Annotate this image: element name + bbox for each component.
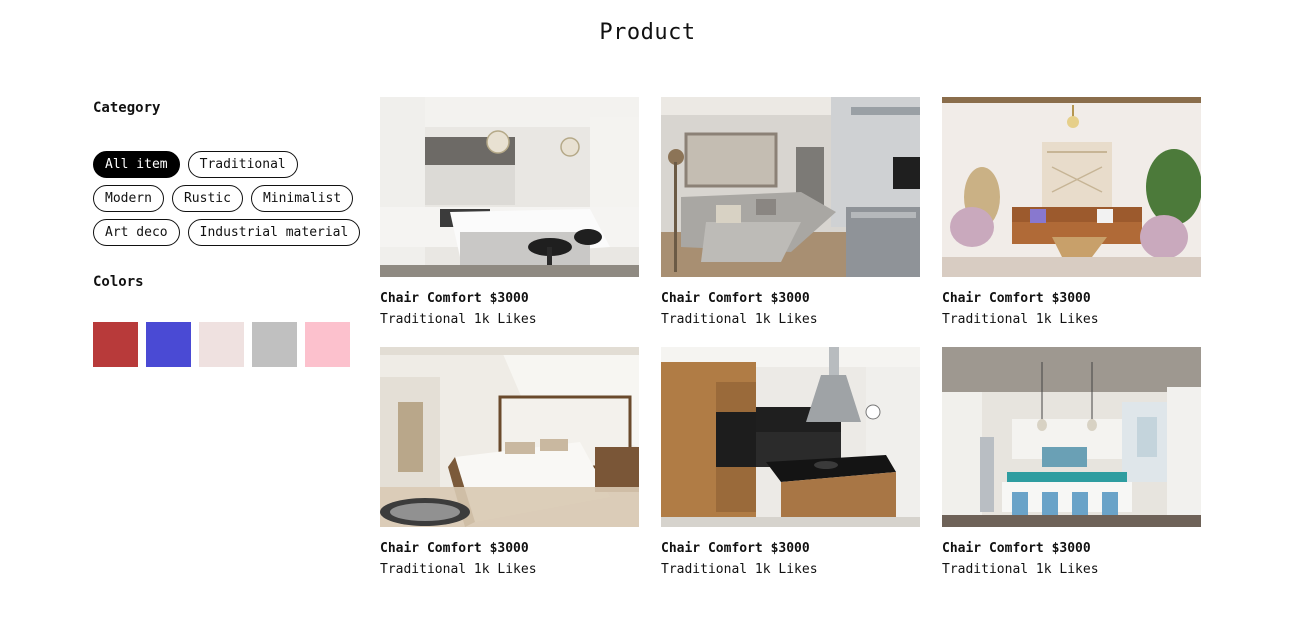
product-title: Chair Comfort $3000: [380, 291, 529, 306]
product-card[interactable]: Chair Comfort $3000 Traditional 1k Likes: [942, 97, 1201, 327]
boho-living-room-photo: [942, 97, 1201, 277]
product-meta: Traditional 1k Likes: [942, 312, 1099, 327]
product-meta: Traditional 1k Likes: [942, 562, 1099, 577]
category-heading: Category: [93, 100, 161, 116]
product-card[interactable]: Chair Comfort $3000 Traditional 1k Likes: [942, 347, 1201, 577]
product-title: Chair Comfort $3000: [942, 541, 1091, 556]
grey-sofa-living-room-photo: [661, 97, 920, 277]
product-meta: Traditional 1k Likes: [380, 562, 537, 577]
color-swatch-red[interactable]: [93, 322, 138, 367]
category-chip-rustic[interactable]: Rustic: [171, 185, 243, 212]
color-swatch-blue[interactable]: [146, 322, 191, 367]
product-title: Chair Comfort $3000: [942, 291, 1091, 306]
category-chip-all-item[interactable]: All item: [93, 151, 180, 178]
product-card[interactable]: Chair Comfort $3000 Traditional 1k Likes: [661, 347, 920, 577]
white-kitchen-photo: [380, 97, 639, 277]
page-title: Product: [599, 20, 696, 45]
category-chip-traditional[interactable]: Traditional: [187, 151, 298, 178]
product-card[interactable]: Chair Comfort $3000 Traditional 1k Likes: [661, 97, 920, 327]
wood-kitchen-island-photo: [661, 347, 920, 527]
filter-sidebar: Category All item Traditional Modern Rus…: [93, 100, 373, 367]
product-title: Chair Comfort $3000: [661, 291, 810, 306]
colors-heading: Colors: [93, 274, 144, 290]
product-grid: Chair Comfort $3000 Traditional 1k Likes: [380, 97, 1201, 577]
color-swatch-list: [93, 322, 373, 367]
product-card[interactable]: Chair Comfort $3000 Traditional 1k Likes: [380, 97, 639, 327]
color-swatch-pink[interactable]: [305, 322, 350, 367]
color-swatch-blush[interactable]: [199, 322, 244, 367]
product-meta: Traditional 1k Likes: [380, 312, 537, 327]
category-chip-modern[interactable]: Modern: [93, 185, 164, 212]
product-meta: Traditional 1k Likes: [661, 562, 818, 577]
category-chip-art-deco[interactable]: Art deco: [93, 219, 180, 246]
category-chip-minimalist[interactable]: Minimalist: [250, 185, 354, 212]
kitchen-dining-photo: [942, 347, 1201, 527]
product-card[interactable]: Chair Comfort $3000 Traditional 1k Likes: [380, 347, 639, 577]
category-chip-industrial-material[interactable]: Industrial material: [187, 219, 361, 246]
color-swatch-grey[interactable]: [252, 322, 297, 367]
product-title: Chair Comfort $3000: [661, 541, 810, 556]
product-title: Chair Comfort $3000: [380, 541, 529, 556]
category-chip-list: All item Traditional Modern Rustic Minim…: [93, 151, 373, 246]
white-bedroom-photo: [380, 347, 639, 527]
product-meta: Traditional 1k Likes: [661, 312, 818, 327]
